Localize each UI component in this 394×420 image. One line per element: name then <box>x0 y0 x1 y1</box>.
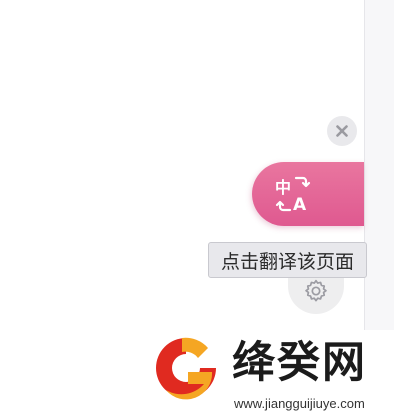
translate-tooltip: 点击翻译该页面 <box>208 242 368 278</box>
close-icon <box>336 125 348 137</box>
svg-text:A: A <box>293 195 307 214</box>
translate-page-button[interactable]: 中 A <box>252 162 364 226</box>
close-translate-button[interactable] <box>327 116 357 146</box>
svg-text:中: 中 <box>275 178 291 197</box>
tooltip-text: 点击翻译该页面 <box>221 250 355 273</box>
gear-icon <box>305 279 327 302</box>
translate-zh-a-icon: 中 A <box>275 176 311 214</box>
site-watermark: 绛癸网 www.jiangguijiuye.com <box>140 332 394 420</box>
site-url: www.jiangguijiuye.com <box>234 396 365 411</box>
page-scrollbar[interactable] <box>364 0 394 330</box>
site-title: 绛癸网 <box>232 338 367 388</box>
site-logo <box>156 337 216 400</box>
